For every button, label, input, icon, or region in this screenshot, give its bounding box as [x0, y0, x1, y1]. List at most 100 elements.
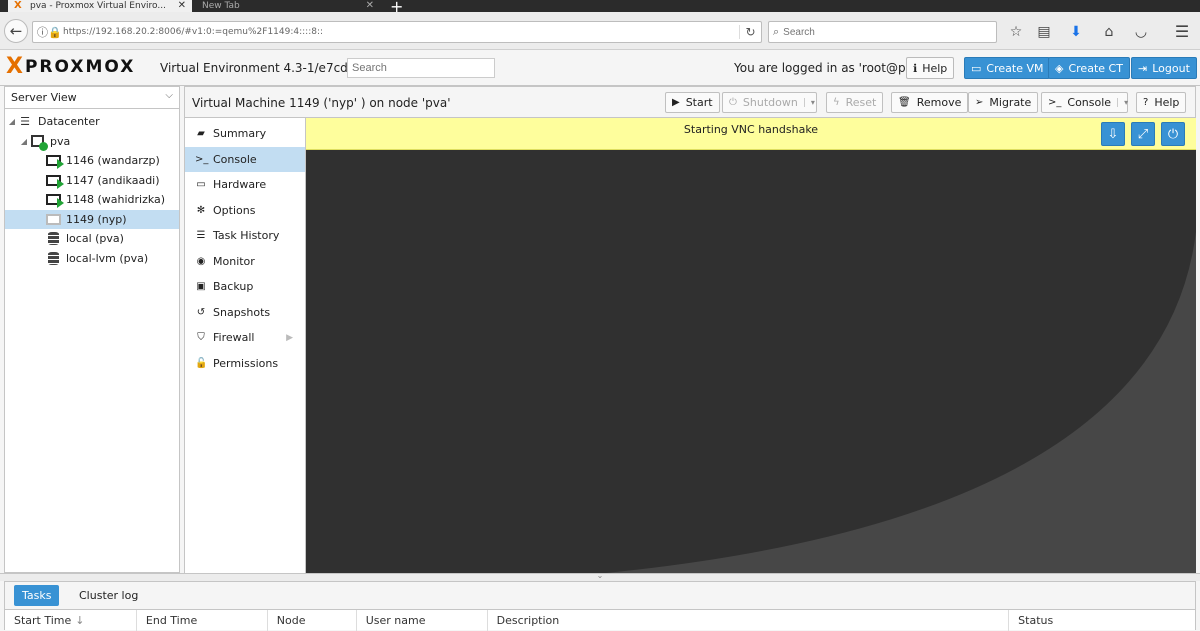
vm-subnav: ▰ Summary >_ Console ▭ Hardware ✻ Option… [184, 118, 306, 573]
tree-node-storage-local[interactable]: local (pva) [5, 229, 179, 249]
subnav-snapshots[interactable]: ↺ Snapshots [185, 300, 305, 326]
tree-node-vm-1149[interactable]: 1149 (nyp) [5, 209, 179, 229]
column-header-description[interactable]: Description [488, 610, 1010, 631]
button-label: Console [1067, 96, 1112, 109]
reset-button[interactable]: ϟ Reset [826, 92, 884, 113]
column-header-node[interactable]: Node [268, 610, 357, 631]
subnav-options[interactable]: ✻ Options [185, 198, 305, 224]
subnav-console[interactable]: >_ Console [185, 146, 305, 172]
subnav-monitor[interactable]: ◉ Monitor [185, 249, 305, 275]
console-button[interactable]: >_ Console ▾ [1041, 92, 1128, 113]
chevron-down-icon[interactable]: ▾ [803, 98, 815, 107]
cube-icon: ◈ [1055, 61, 1064, 75]
create-ct-button[interactable]: ◈ Create CT [1048, 57, 1130, 79]
url-bar[interactable]: ⓘ🔒 https://192.168.20.2:8006/#v1:0:=qemu… [32, 21, 762, 43]
tree-node-label: 1148 (wahidrizka) [66, 193, 166, 207]
subnav-task-history[interactable]: ☰ Task History [185, 223, 305, 249]
sort-down-icon: ↓ [75, 614, 85, 627]
play-icon: ▶ [672, 97, 680, 108]
bookmark-star-icon[interactable]: ☆ [1006, 22, 1026, 42]
vnc-power-button[interactable]: ⏻ [1161, 122, 1185, 146]
view-selector[interactable]: Server View ⌵ [5, 87, 179, 109]
chevron-down-icon[interactable]: ▾ [1117, 98, 1128, 107]
power-icon: ⏻ [729, 97, 737, 108]
tab-cluster-log[interactable]: Cluster log [71, 585, 146, 606]
subnav-label: Console [213, 152, 257, 166]
floppy-icon: ▣ [196, 281, 206, 293]
vnc-status-text: Starting VNC handshake [683, 123, 819, 136]
web-search-input[interactable] [783, 26, 984, 38]
subnav-label: Summary [213, 127, 267, 141]
tree-node-vm-1147[interactable]: 1147 (andikaadi) [5, 171, 179, 191]
task-tabs: Tasks Cluster log [5, 582, 1195, 610]
vnc-console[interactable]: Starting VNC handshake ⇩ ⤢ ⏻ [306, 118, 1196, 573]
button-label: Help [1154, 96, 1180, 109]
vnc-settings-button[interactable]: ⇩ [1101, 122, 1125, 146]
button-label: Help [922, 61, 948, 75]
tree-node-vm-1146[interactable]: 1146 (wandarzp) [5, 151, 179, 171]
task-table-header: Start Time ↓ End Time Node User name Des… [5, 610, 1195, 631]
web-search-box[interactable]: ⌕ [768, 21, 997, 43]
collapse-icon[interactable]: ◢ [19, 137, 29, 146]
subnav-summary[interactable]: ▰ Summary [185, 121, 305, 147]
tree-node-vm-1148[interactable]: 1148 (wahidrizka) [5, 190, 179, 210]
view-selector-label: Server View [11, 91, 77, 104]
tree-node-storage-local-lvm[interactable]: local-lvm (pva) [5, 249, 179, 269]
arrow-left-icon: ← [9, 22, 23, 40]
new-tab-button[interactable]: + [390, 0, 403, 12]
tree-node-pva[interactable]: ◢ pva [5, 132, 179, 152]
page-title: Virtual Machine 1149 ('nyp' ) on node 'p… [192, 96, 451, 110]
download-icon[interactable]: ⬇ [1066, 22, 1086, 42]
migrate-button[interactable]: ➢ Migrate [968, 92, 1039, 113]
vnc-status-bar: Starting VNC handshake [306, 118, 1196, 150]
subnav-permissions[interactable]: 🔓 Permissions [185, 351, 305, 377]
remove-button[interactable]: 🗑 Remove [891, 92, 969, 113]
column-header-user-name[interactable]: User name [357, 610, 488, 631]
site-info-icon[interactable]: ⓘ🔒 [33, 24, 63, 40]
browser-tab-label: pva - Proxmox Virtual Enviro... [30, 1, 166, 11]
header-search-input[interactable] [347, 58, 495, 78]
column-header-end-time[interactable]: End Time [137, 610, 268, 631]
browser-nav-bar: ← ⓘ🔒 https://192.168.20.2:8006/#v1:0:=qe… [0, 12, 1200, 50]
create-vm-button[interactable]: ▭ Create VM [964, 57, 1051, 79]
tree-node-label: local-lvm (pva) [66, 251, 149, 265]
subnav-label: Firewall [213, 331, 255, 345]
sign-out-icon: ⇥ [1138, 61, 1148, 75]
subnav-label: Permissions [213, 356, 279, 370]
column-header-status[interactable]: Status [1009, 610, 1195, 631]
browser-tab-proxmox[interactable]: X pva - Proxmox Virtual Enviro... ✕ [8, 0, 192, 12]
vm-running-icon [45, 154, 64, 170]
browser-tab-label: New Tab [202, 1, 240, 11]
start-button[interactable]: ▶ Start [665, 92, 720, 113]
tree-node-label: local (pva) [66, 232, 124, 246]
close-tab-icon[interactable]: ✕ [178, 0, 186, 12]
home-icon[interactable]: ⌂ [1099, 22, 1119, 42]
chevron-down-icon[interactable]: ⌄ [594, 572, 606, 580]
pocket-icon[interactable]: ◡ [1131, 22, 1151, 42]
subnav-firewall[interactable]: ⛉ Firewall ▶ [185, 325, 305, 351]
tree-node-datacenter[interactable]: ◢ ☰ Datacenter [5, 112, 179, 132]
eye-icon: ◉ [196, 255, 206, 267]
reload-icon[interactable]: ↻ [739, 25, 761, 39]
column-header-start-time[interactable]: Start Time ↓ [5, 610, 137, 631]
logout-button[interactable]: ⇥ Logout [1131, 57, 1197, 79]
collapse-icon[interactable]: ◢ [7, 117, 17, 126]
subnav-backup[interactable]: ▣ Backup [185, 274, 305, 300]
book-icon: ▰ [197, 128, 205, 140]
menu-icon[interactable]: ☰ [1172, 22, 1192, 42]
terminal-icon: >_ [195, 153, 209, 165]
login-status: You are logged in as 'root@pam' [734, 61, 928, 75]
subnav-hardware[interactable]: ▭ Hardware [185, 172, 305, 198]
close-tab-icon[interactable]: ✕ [366, 0, 374, 12]
tab-tasks[interactable]: Tasks [14, 585, 60, 606]
header-help-button[interactable]: ℹ Help [906, 57, 955, 79]
terminal-icon: >_ [1048, 97, 1062, 108]
reading-list-icon[interactable]: ▤ [1034, 22, 1054, 42]
browser-tab-newtab[interactable]: New Tab ✕ [196, 0, 380, 12]
button-label: Logout [1152, 61, 1190, 75]
back-button[interactable]: ← [4, 19, 28, 43]
vnc-fullscreen-button[interactable]: ⤢ [1131, 122, 1155, 146]
shutdown-button[interactable]: ⏻ Shutdown ▾ [722, 92, 817, 113]
help-button[interactable]: ? Help [1136, 92, 1187, 113]
button-label: Remove [916, 96, 962, 109]
